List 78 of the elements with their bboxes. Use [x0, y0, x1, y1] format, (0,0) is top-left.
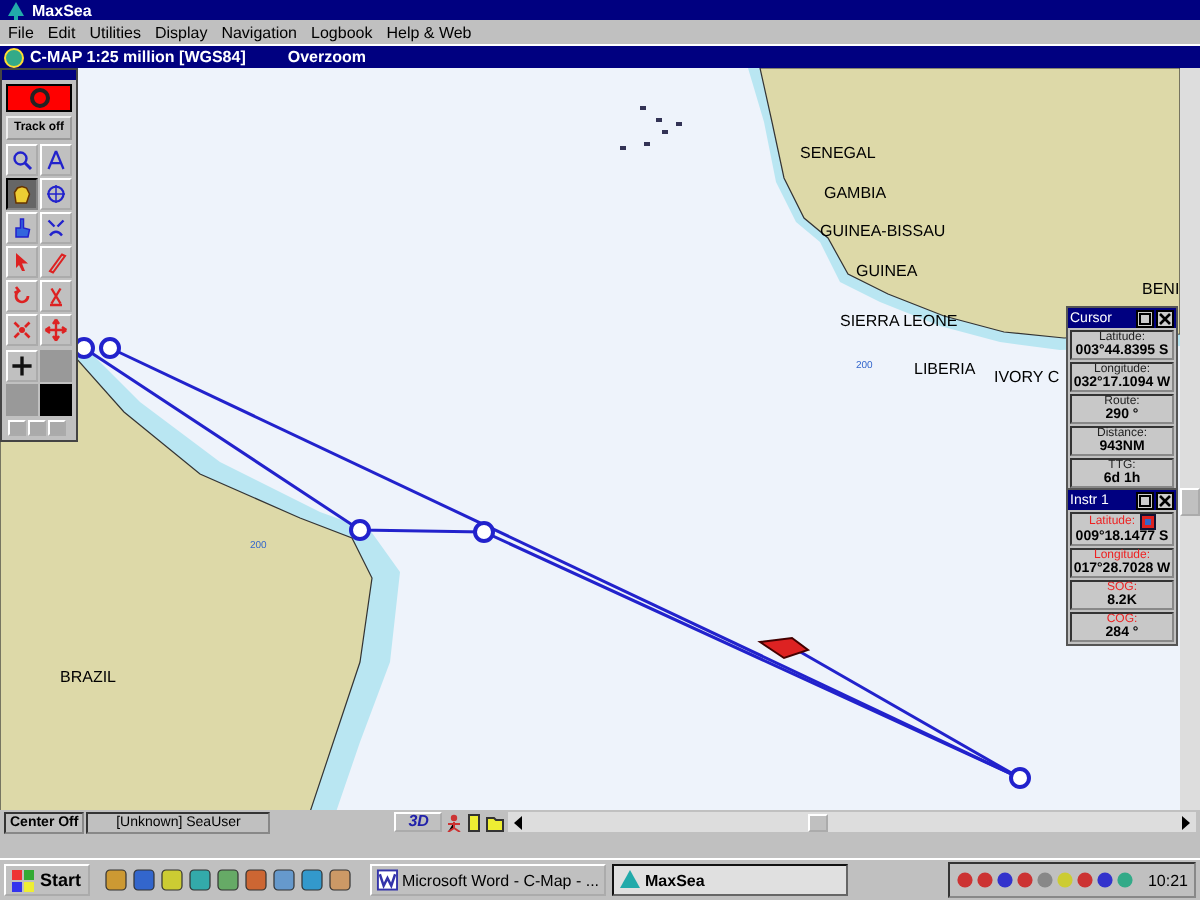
waypoint-marker	[99, 337, 121, 359]
horizontal-scrollbar[interactable]	[508, 812, 1196, 832]
taskbar-button[interactable]: Microsoft Word - C-Map - ...	[369, 864, 606, 896]
place-label: BRAZIL	[60, 668, 117, 686]
menu-item[interactable]: Navigation	[221, 23, 298, 41]
record-button[interactable]	[6, 84, 72, 112]
launcher-icon[interactable]	[271, 868, 296, 892]
menu-item[interactable]: Edit	[47, 23, 76, 41]
search-icon	[10, 148, 34, 172]
undo-icon	[10, 284, 34, 308]
tool-button[interactable]	[466, 812, 483, 832]
close-icon[interactable]	[1156, 309, 1174, 327]
plus-icon	[10, 354, 34, 378]
launcher-icon[interactable]	[103, 868, 128, 892]
color-swatch	[40, 384, 72, 416]
launcher-icon[interactable]	[159, 868, 184, 892]
app-icon	[6, 0, 26, 20]
taskbar-button[interactable]: MaxSea	[611, 864, 848, 896]
compass-icon	[44, 148, 68, 172]
pencil-icon	[44, 250, 68, 274]
restore-icon[interactable]	[1136, 491, 1154, 509]
note-icon	[468, 813, 481, 831]
menu-item[interactable]: Help & Web	[386, 23, 472, 41]
waypoint-marker	[473, 521, 495, 543]
clock: 10:21	[1147, 871, 1188, 889]
scroll-thumb[interactable]	[808, 813, 829, 831]
place-label: IVORY C	[994, 368, 1060, 386]
launcher-icon[interactable]	[327, 868, 352, 892]
document-icon	[375, 868, 398, 892]
place-label: BENI	[1142, 280, 1180, 298]
launcher-icon[interactable]	[131, 868, 156, 892]
tool-button[interactable]	[6, 178, 38, 210]
waypoint-marker	[349, 519, 371, 541]
place-label: GUINEA	[856, 262, 918, 280]
menu-item[interactable]: Logbook	[311, 23, 373, 41]
launcher-icon[interactable]	[215, 868, 240, 892]
menu-item[interactable]: Display	[154, 23, 208, 41]
circle-icon	[27, 86, 51, 110]
launcher-icon[interactable]	[243, 868, 268, 892]
start-button[interactable]: Start	[4, 864, 90, 896]
launcher-icon[interactable]	[187, 868, 212, 892]
view-3d-button[interactable]: 3D	[394, 812, 443, 832]
menu-item[interactable]: Utilities	[89, 23, 141, 41]
waypoint-marker	[1009, 767, 1031, 789]
vertical-scrollbar[interactable]	[1180, 68, 1200, 810]
zoom-mode: Overzoom	[287, 48, 366, 66]
crosshair-icon	[44, 182, 68, 206]
arrows-icon	[44, 216, 68, 240]
alarm-icon	[1139, 514, 1156, 530]
plus-button[interactable]	[6, 350, 38, 382]
launcher-icon[interactable]	[299, 868, 324, 892]
color-swatch	[6, 384, 38, 416]
place-label: SENEGAL	[800, 144, 876, 162]
scatter-icon	[10, 318, 34, 342]
windows-flag-icon	[12, 869, 36, 891]
right-arrow-icon[interactable]	[1180, 815, 1192, 829]
hand-icon	[10, 182, 34, 206]
color-swatch	[40, 350, 72, 382]
place-label: LIBERIA	[914, 360, 976, 378]
menu-item[interactable]: File	[8, 23, 34, 41]
boat-marker	[757, 636, 811, 660]
pointing-hand-icon	[10, 216, 34, 240]
place-label: GAMBIA	[824, 184, 887, 202]
move-icon	[44, 318, 68, 342]
window-title: MaxSea	[32, 1, 92, 19]
place-label: SIERRA LEONE	[840, 312, 958, 330]
close-icon[interactable]	[1156, 491, 1174, 509]
globe-icon	[4, 47, 24, 67]
person-icon	[446, 813, 463, 831]
app-icon	[617, 868, 642, 892]
cursor-icon	[10, 250, 34, 274]
cross-icon	[44, 284, 68, 308]
scroll-thumb[interactable]	[1180, 488, 1200, 516]
tool-button[interactable]	[484, 812, 507, 832]
chart-title: C-MAP 1:25 million [WGS84]	[30, 48, 246, 66]
left-arrow-icon[interactable]	[512, 815, 525, 829]
place-label: GUINEA-BISSAU	[820, 222, 946, 240]
restore-icon[interactable]	[1136, 309, 1154, 327]
